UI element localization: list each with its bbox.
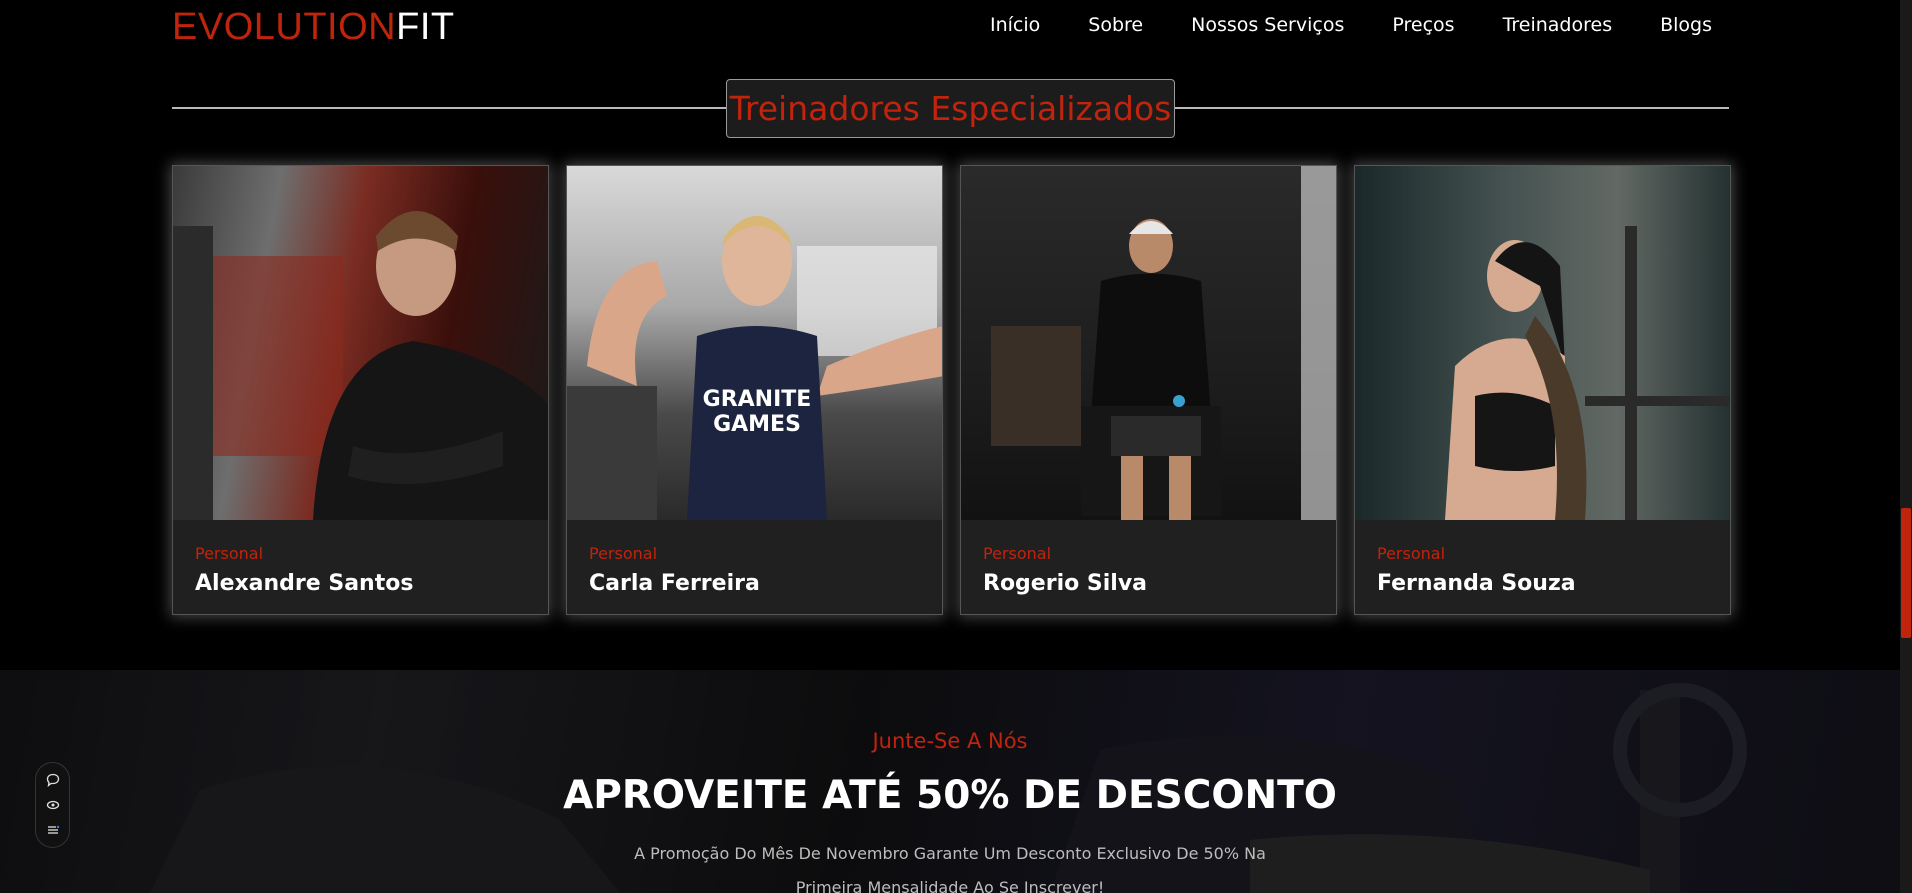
chat-icon[interactable] — [45, 772, 61, 788]
promo-description: A Promoção Do Mês De Novembro Garante Um… — [634, 844, 1266, 893]
trainer-photo — [1355, 166, 1730, 520]
trainer-role: Personal — [983, 544, 1052, 563]
eye-icon[interactable] — [45, 797, 61, 813]
trainer-cards: Personal Alexandre Santos GRANITE GAMES … — [172, 165, 1731, 615]
nav-link-blogs[interactable]: Blogs — [1660, 14, 1712, 36]
trainer-name: Fernanda Souza — [1377, 571, 1576, 596]
site-header: EVOLUTIONFIT Início Sobre Nossos Serviço… — [0, 0, 1900, 60]
trainer-card[interactable]: Personal Fernanda Souza — [1354, 165, 1731, 615]
trainer-name: Alexandre Santos — [195, 571, 414, 596]
nav-link-precos[interactable]: Preços — [1392, 14, 1454, 36]
trainer-card[interactable]: Personal Alexandre Santos — [172, 165, 549, 615]
trainer-photo — [173, 166, 548, 520]
trainer-role: Personal — [589, 544, 658, 563]
trainer-role: Personal — [1377, 544, 1446, 563]
main-nav: Início Sobre Nossos Serviços Preços Trei… — [990, 14, 1712, 36]
nav-link-sobre[interactable]: Sobre — [1088, 14, 1143, 36]
nav-link-inicio[interactable]: Início — [990, 14, 1040, 36]
section-title-box: Treinadores Especializados — [726, 79, 1175, 138]
nav-link-treinadores[interactable]: Treinadores — [1503, 14, 1613, 36]
logo-text-evolution: EVOLUTION — [172, 6, 397, 48]
list-settings-icon[interactable] — [45, 822, 61, 838]
trainer-card[interactable]: Personal Rogerio Silva — [960, 165, 1337, 615]
floating-widget — [35, 762, 70, 848]
nav-link-servicos[interactable]: Nossos Serviços — [1191, 14, 1344, 36]
scrollbar-thumb[interactable] — [1901, 508, 1911, 638]
svg-text:GAMES: GAMES — [713, 412, 801, 437]
promo-headline: APROVEITE ATÉ 50% DE DESCONTO — [563, 773, 1337, 818]
trainer-card[interactable]: GRANITE GAMES Personal Carla Ferreira — [566, 165, 943, 615]
trainer-role: Personal — [195, 544, 264, 563]
page-scrollbar[interactable] — [1900, 0, 1912, 893]
trainer-photo — [961, 166, 1336, 520]
logo-text-fit: FIT — [396, 6, 455, 48]
logo[interactable]: EVOLUTIONFIT — [172, 6, 455, 49]
promo-section: Junte-Se A Nós APROVEITE ATÉ 50% DE DESC… — [0, 670, 1900, 893]
trainer-name: Carla Ferreira — [589, 571, 760, 596]
promo-eyebrow: Junte-Se A Nós — [872, 729, 1028, 753]
trainer-photo: GRANITE GAMES — [567, 166, 942, 520]
trainer-name: Rogerio Silva — [983, 571, 1148, 596]
svg-text:GRANITE: GRANITE — [703, 387, 812, 412]
section-title: Treinadores Especializados — [729, 89, 1172, 128]
